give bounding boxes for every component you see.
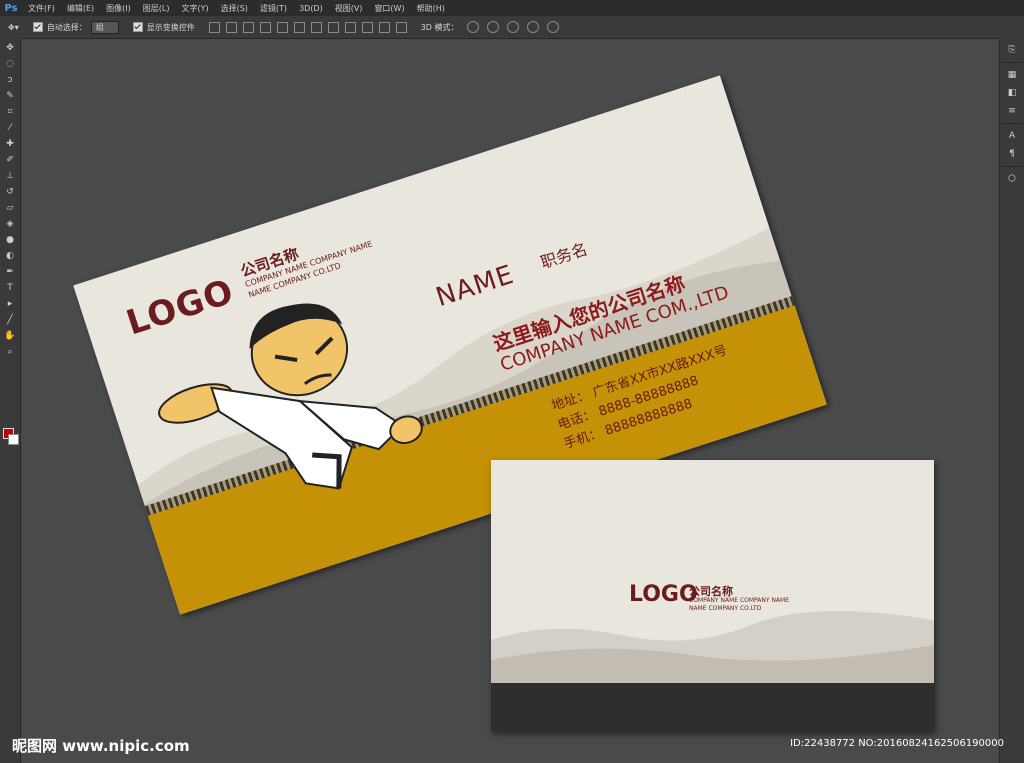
history-panel-icon[interactable]: ⎘ xyxy=(1006,44,1018,56)
lasso-tool-icon[interactable]: ↄ xyxy=(4,74,16,86)
brush-tool-icon[interactable]: ✐ xyxy=(4,154,16,166)
photoshop-logo-icon: Ps xyxy=(4,2,18,14)
menu-help[interactable]: 帮助(H) xyxy=(411,3,451,14)
mode-3d-label: 3D 模式： xyxy=(420,22,459,32)
panel-dock: ⎘ ▦ ◧ ≡ A ¶ ⬡ xyxy=(999,38,1024,763)
menu-file[interactable]: 文件(F) xyxy=(22,3,61,14)
rotate-3d-icon[interactable] xyxy=(466,21,479,33)
character-panel-icon[interactable]: A xyxy=(1006,130,1018,142)
align-left-icon[interactable] xyxy=(259,21,271,33)
slide-3d-icon[interactable] xyxy=(526,21,539,33)
3d-panel-icon[interactable]: ⬡ xyxy=(1006,173,1018,185)
eyedropper-tool-icon[interactable]: ⁄ xyxy=(4,122,16,134)
distribute-bottom-icon[interactable] xyxy=(344,21,356,33)
hand-tool-icon[interactable]: ✋ xyxy=(4,330,16,342)
blur-tool-icon[interactable]: ● xyxy=(4,234,16,246)
move-tool-icon[interactable]: ✥▾ xyxy=(8,23,19,32)
move-tool-icon[interactable]: ✥ xyxy=(4,42,16,54)
align-right-icon[interactable] xyxy=(293,21,305,33)
menu-type[interactable]: 文字(Y) xyxy=(175,3,214,14)
menu-image[interactable]: 图像(I) xyxy=(100,3,137,14)
type-tool-icon[interactable]: T xyxy=(4,282,16,294)
healing-brush-tool-icon[interactable]: ✚ xyxy=(4,138,16,150)
auto-select-dropdown[interactable]: 组 xyxy=(90,20,119,34)
align-hcenter-icon[interactable] xyxy=(276,21,288,33)
menu-3d[interactable]: 3D(D) xyxy=(293,4,329,13)
path-select-tool-icon[interactable]: ▸ xyxy=(4,298,16,310)
quick-select-tool-icon[interactable]: ✎ xyxy=(4,90,16,102)
zoom-tool-icon[interactable]: ⌕ xyxy=(4,346,16,358)
roll-3d-icon[interactable] xyxy=(486,21,499,33)
color-panel-icon[interactable]: ▦ xyxy=(1006,69,1018,81)
menu-filter[interactable]: 滤镜(T) xyxy=(254,3,293,14)
distribute-hcenter-icon[interactable] xyxy=(378,21,390,33)
history-brush-tool-icon[interactable]: ↺ xyxy=(4,186,16,198)
company-en-line1: COMPANY NAME COMPANY NAME xyxy=(689,597,790,604)
menu-window[interactable]: 窗口(W) xyxy=(368,3,410,14)
auto-select-label: 自动选择： xyxy=(46,22,87,32)
align-top-icon[interactable] xyxy=(208,21,220,33)
align-vcenter-icon[interactable] xyxy=(225,21,237,33)
panel-divider xyxy=(1002,123,1022,124)
background-color-swatch[interactable] xyxy=(8,434,19,445)
align-buttons xyxy=(208,21,407,33)
scale-3d-icon[interactable] xyxy=(546,21,559,33)
show-transform-checkbox[interactable] xyxy=(132,22,143,32)
company-en-line2: NAME COMPANY CO.LTD xyxy=(689,605,762,612)
menu-view[interactable]: 视图(V) xyxy=(329,3,369,14)
crop-tool-icon[interactable]: ⌗ xyxy=(4,106,16,118)
options-bar: ✥▾ 自动选择： 组 显示变换控件 3D 模式： xyxy=(0,16,1024,39)
properties-panel-icon[interactable]: ≡ xyxy=(1006,105,1018,117)
tools-panel: ✥ ◌ ↄ ✎ ⌗ ⁄ ✚ ✐ ⊥ ↺ ▱ ◈ ● ◐ ✒ T ▸ ╱ ✋ ⌕ xyxy=(0,38,21,763)
align-bottom-icon[interactable] xyxy=(242,21,254,33)
distribute-left-icon[interactable] xyxy=(361,21,373,33)
mountain-mist-graphic xyxy=(491,611,934,690)
auto-select-checkbox[interactable] xyxy=(32,22,43,32)
menu-layer[interactable]: 图层(L) xyxy=(137,3,176,14)
watermark-right: ID:22438772 NO:20160824162506190000 xyxy=(790,738,1004,749)
panel-divider xyxy=(1002,166,1022,167)
distribute-top-icon[interactable] xyxy=(310,21,322,33)
panel-divider xyxy=(1002,62,1022,63)
menu-edit[interactable]: 编辑(E) xyxy=(61,3,100,14)
menu-bar: Ps 文件(F) 编辑(E) 图像(I) 图层(L) 文字(Y) 选择(S) 滤… xyxy=(0,0,1024,16)
logo-text: LOGO xyxy=(629,582,698,607)
floral-pattern-strip xyxy=(491,683,934,731)
menu-select[interactable]: 选择(S) xyxy=(215,3,254,14)
eraser-tool-icon[interactable]: ▱ xyxy=(4,202,16,214)
paragraph-panel-icon[interactable]: ¶ xyxy=(1006,148,1018,160)
drag-3d-icon[interactable] xyxy=(506,21,519,33)
watermark-left: 昵图网 www.nipic.com xyxy=(12,737,190,755)
pen-tool-icon[interactable]: ✒ xyxy=(4,266,16,278)
dodge-tool-icon[interactable]: ◐ xyxy=(4,250,16,262)
paint-bucket-tool-icon[interactable]: ◈ xyxy=(4,218,16,230)
line-tool-icon[interactable]: ╱ xyxy=(4,314,16,326)
business-card-back[interactable]: LOGO 公司名称 COMPANY NAME COMPANY NAME NAME… xyxy=(491,460,934,731)
show-transform-label: 显示变换控件 xyxy=(146,22,195,32)
adjustments-panel-icon[interactable]: ◧ xyxy=(1006,87,1018,99)
marquee-tool-icon[interactable]: ◌ xyxy=(4,58,16,70)
distribute-right-icon[interactable] xyxy=(395,21,407,33)
distribute-vcenter-icon[interactable] xyxy=(327,21,339,33)
clone-stamp-tool-icon[interactable]: ⊥ xyxy=(4,170,16,182)
